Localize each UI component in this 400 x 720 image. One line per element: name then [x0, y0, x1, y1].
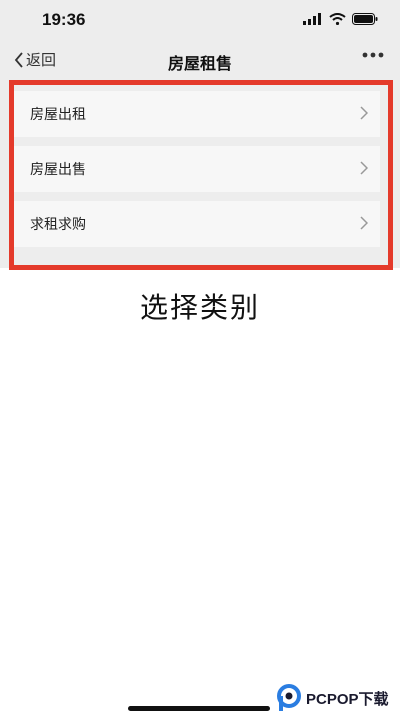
- signal-icon: [303, 13, 321, 25]
- status-icons: [303, 13, 378, 25]
- pcpop-logo-icon: [277, 684, 301, 711]
- watermark-text: PCPOP下载: [306, 690, 389, 708]
- instruction-caption: 选择类别: [139, 291, 260, 324]
- battery-icon: [352, 13, 378, 25]
- home-indicator[interactable]: [128, 706, 270, 711]
- status-time: 19:36: [42, 10, 86, 29]
- highlight-frame: [9, 80, 393, 270]
- watermark: PCPOP下载: [276, 684, 389, 712]
- page-title: 房屋租售: [167, 54, 232, 73]
- more-icon[interactable]: [362, 52, 384, 58]
- status-bar: 19:36: [0, 0, 400, 44]
- navigation-bar: 返回 房屋租售: [0, 44, 400, 78]
- wifi-icon: [329, 13, 346, 25]
